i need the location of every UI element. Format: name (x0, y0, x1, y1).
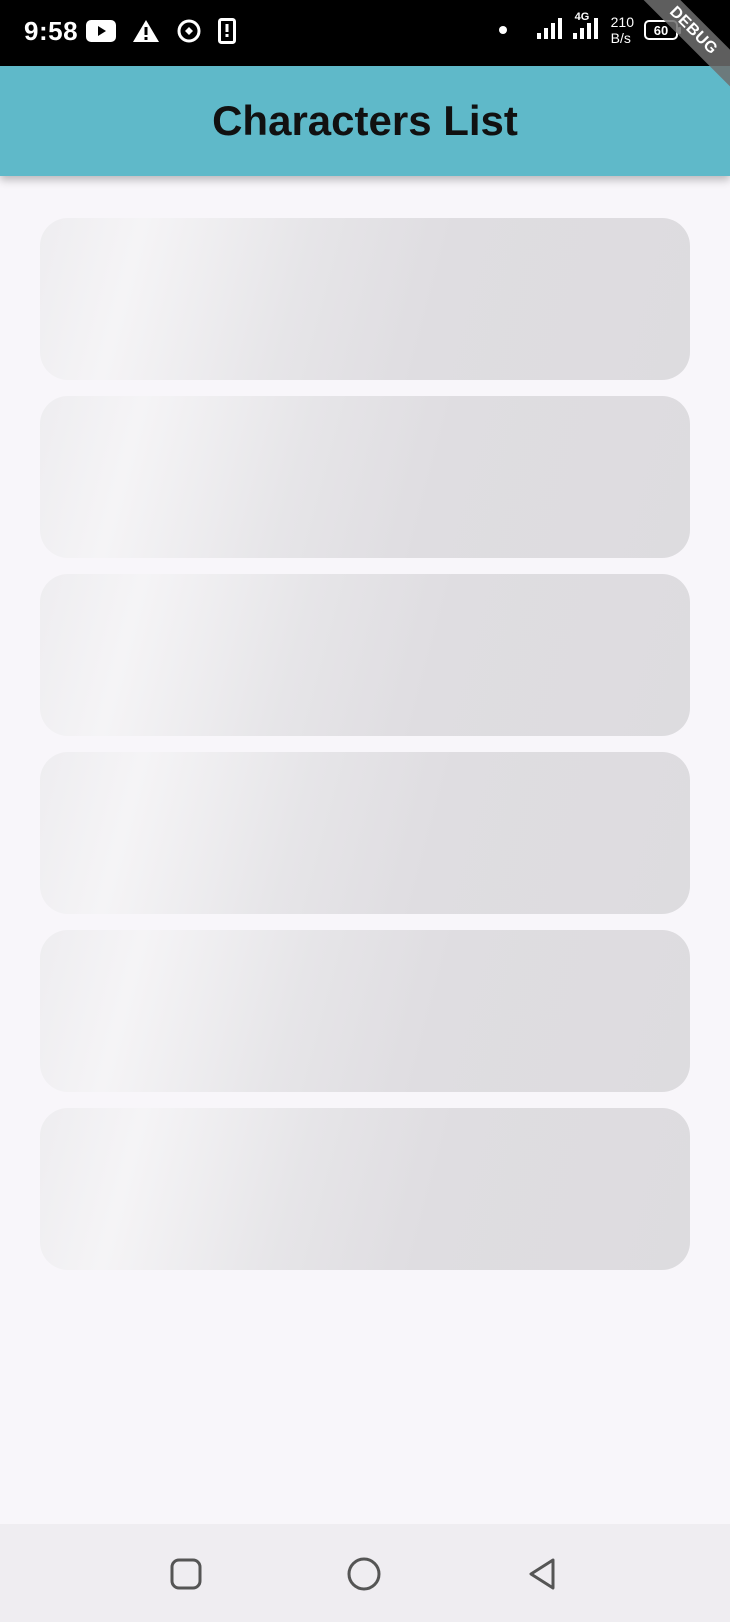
screen: 9:58 4G 210 B/s 60 DEBUG Characters List (0, 0, 730, 1622)
system-nav-bar (0, 1524, 730, 1622)
net-speed-value: 210 (610, 14, 634, 30)
back-icon[interactable] (524, 1556, 560, 1592)
sync-circle-icon (176, 18, 202, 49)
status-bar: 9:58 4G 210 B/s 60 (0, 0, 730, 66)
skeleton-card (40, 1108, 690, 1270)
skeleton-card (40, 574, 690, 736)
status-system-icons: 4G 210 B/s 60 (498, 11, 681, 46)
battery-level: 60 (653, 22, 669, 38)
status-notification-icons (86, 18, 236, 49)
skeleton-card (40, 218, 690, 380)
app-bar: Characters List (0, 66, 730, 176)
recents-icon[interactable] (168, 1556, 204, 1592)
network-type-label: 4G (574, 10, 590, 23)
notification-dot (498, 26, 507, 34)
phone-alert-icon (218, 18, 236, 49)
signal-4g-icon: 4G (572, 11, 601, 46)
characters-list (40, 218, 690, 1286)
skeleton-card (40, 396, 690, 558)
signal-icon (536, 17, 563, 44)
skeleton-card (40, 930, 690, 1092)
warning-icon (132, 19, 160, 48)
net-speed-unit: B/s (610, 30, 631, 46)
net-speed: 210 B/s (611, 14, 634, 46)
skeleton-card (40, 752, 690, 914)
status-time: 9:58 (24, 16, 79, 46)
youtube-icon (86, 20, 116, 47)
page-title: Characters List (212, 97, 518, 144)
home-icon[interactable] (346, 1556, 382, 1592)
